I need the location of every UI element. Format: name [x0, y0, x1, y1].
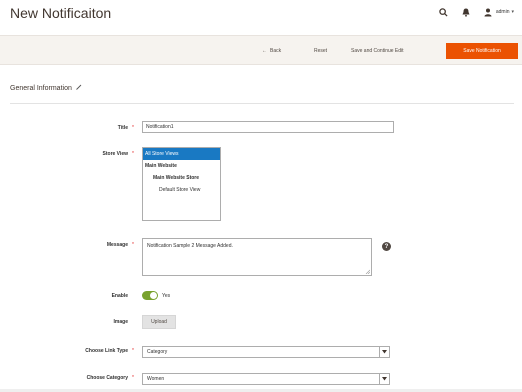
user-icon: [482, 6, 494, 18]
chevron-down-icon: [379, 374, 389, 384]
header-actions: admin ▾: [438, 6, 514, 18]
required-asterisk: *: [132, 151, 134, 157]
enable-toggle[interactable]: [142, 291, 158, 300]
back-button-label: Back: [270, 48, 282, 54]
resize-handle-icon[interactable]: [365, 269, 371, 275]
admin-user-menu[interactable]: admin ▾: [482, 6, 514, 18]
title-label: Title: [117, 125, 128, 131]
category-select[interactable]: Women: [142, 373, 390, 385]
chevron-down-icon: ▾: [511, 9, 514, 15]
save-notification-button[interactable]: Save Notification: [446, 43, 518, 59]
help-icon[interactable]: ?: [382, 242, 391, 251]
page-title: New Notificaiton: [10, 5, 112, 21]
store-view-option[interactable]: Main Website Store: [143, 172, 220, 184]
section-divider: [10, 103, 514, 104]
image-label: Image: [113, 319, 128, 325]
toggle-knob: [150, 292, 157, 299]
message-textarea[interactable]: Notification Sample 2 Message Added.: [142, 238, 372, 276]
chevron-down-icon: [379, 347, 389, 357]
required-asterisk: *: [132, 125, 134, 131]
required-asterisk: *: [132, 348, 134, 354]
category-label: Choose Category: [86, 375, 128, 381]
section-title: General Information: [10, 84, 72, 92]
store-view-option[interactable]: Default Store View: [143, 184, 220, 196]
store-view-option[interactable]: Main Website: [143, 160, 220, 172]
category-value: Women: [147, 376, 165, 382]
arrow-left-icon: ←: [262, 48, 267, 54]
required-asterisk: *: [132, 242, 134, 248]
section-header[interactable]: General Information: [10, 84, 82, 92]
store-view-option[interactable]: All Store Views: [143, 148, 220, 160]
required-asterisk: *: [132, 375, 134, 381]
store-view-multiselect[interactable]: All Store Views Main Website Main Websit…: [142, 147, 221, 221]
enable-toggle-value: Yes: [162, 293, 171, 299]
store-view-label: Store View: [102, 151, 128, 157]
reset-button[interactable]: Reset: [314, 44, 327, 58]
pencil-icon: [76, 84, 82, 92]
page-actions-bar: ← Back Reset Save and Continue Edit Save…: [0, 35, 522, 65]
bell-icon[interactable]: [460, 6, 472, 18]
link-type-value: Category: [147, 349, 168, 355]
back-button[interactable]: ← Back: [262, 44, 281, 58]
link-type-label: Choose Link Type: [85, 348, 128, 354]
enable-label: Enable: [111, 293, 128, 299]
title-input[interactable]: Notification1: [142, 121, 394, 133]
message-label: Message: [106, 242, 128, 248]
admin-username: admin: [495, 9, 510, 15]
search-icon[interactable]: [438, 6, 450, 18]
link-type-select[interactable]: Category: [142, 346, 390, 358]
message-text: Notification Sample 2 Message Added.: [147, 243, 233, 249]
upload-button[interactable]: Upload: [142, 315, 176, 329]
save-and-continue-button[interactable]: Save and Continue Edit: [351, 44, 404, 58]
